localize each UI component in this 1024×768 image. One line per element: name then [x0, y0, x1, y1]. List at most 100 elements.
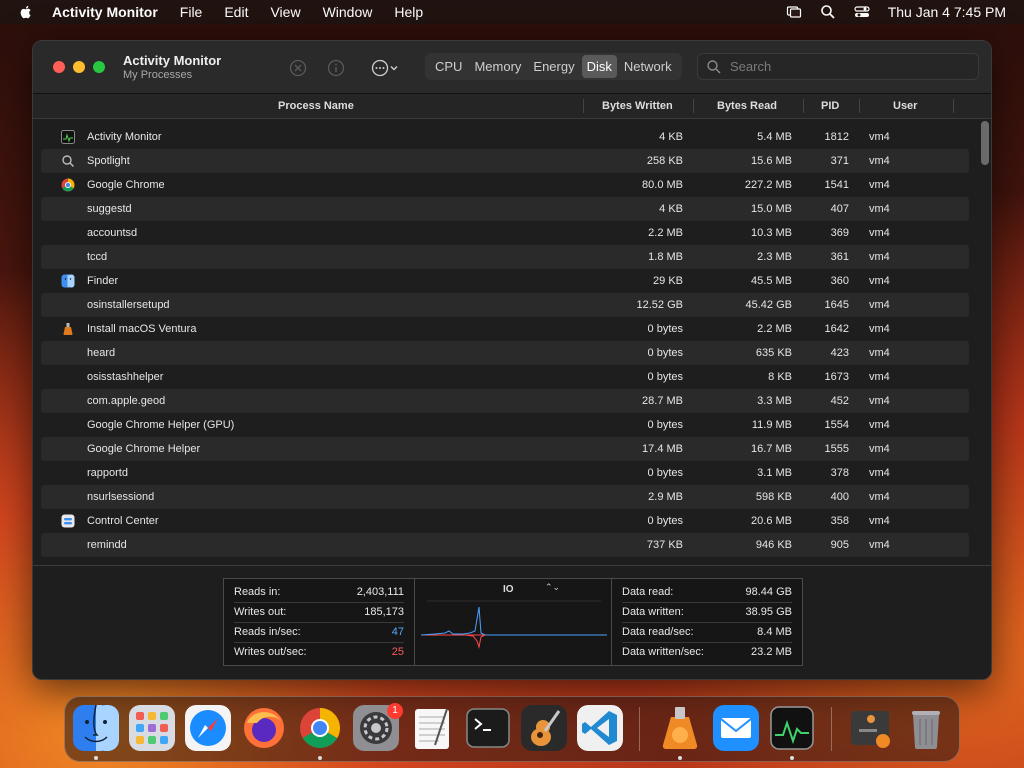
bytes-read: 15.0 MB [751, 203, 792, 215]
garageband-dock-icon[interactable] [521, 705, 567, 751]
column-process-name[interactable]: Process Name [278, 100, 354, 112]
table-row[interactable]: Control Center 0 bytes 20.6 MB 358 vm4 [41, 509, 969, 533]
textedit-dock-icon[interactable] [409, 705, 455, 751]
column-user[interactable]: User [893, 100, 917, 112]
table-row[interactable]: osisstashhelper 0 bytes 8 KB 1673 vm4 [41, 365, 969, 389]
firefox-dock-icon[interactable] [241, 705, 287, 751]
tab-disk[interactable]: Disk [581, 55, 617, 78]
menu-help[interactable]: Help [394, 4, 423, 20]
tab-memory[interactable]: Memory [469, 55, 526, 78]
table-row[interactable]: Finder 29 KB 45.5 MB 360 vm4 [41, 269, 969, 293]
io-graph[interactable]: IO ⌃⌄ [414, 578, 612, 666]
table-row[interactable]: rapportd 0 bytes 3.1 MB 378 vm4 [41, 461, 969, 485]
process-name: com.apple.geod [87, 395, 166, 407]
stat-label: Data read/sec: [622, 626, 694, 638]
finder-icon [61, 274, 75, 288]
activity-monitor-dock-icon[interactable] [769, 705, 815, 751]
pid: 423 [830, 347, 849, 359]
menu-file[interactable]: File [180, 4, 203, 20]
menu-datetime[interactable]: Thu Jan 4 7:45 PM [888, 4, 1006, 20]
safari-dock-icon[interactable] [185, 705, 231, 751]
control-center-icon[interactable] [854, 4, 870, 20]
launchpad-dock-icon[interactable] [129, 705, 175, 751]
install-macos-dock-icon[interactable] [657, 705, 703, 751]
table-scrollbar[interactable] [981, 121, 989, 165]
spotlight-search-icon[interactable] [820, 4, 836, 20]
inspect-process-button[interactable] [325, 57, 347, 79]
menu-window[interactable]: Window [323, 4, 373, 20]
column-pid[interactable]: PID [821, 100, 839, 112]
table-row[interactable]: Google Chrome 80.0 MB 227.2 MB 1541 vm4 [41, 173, 969, 197]
screen-mirroring-icon[interactable] [786, 4, 802, 20]
column-bytes-read[interactable]: Bytes Read [717, 100, 777, 112]
process-name: Google Chrome Helper (GPU) [87, 419, 235, 431]
bytes-written: 0 bytes [647, 323, 683, 335]
tab-cpu[interactable]: CPU [430, 55, 467, 78]
more-actions-button[interactable] [365, 57, 405, 79]
stat-label: Data written: [622, 606, 684, 618]
column-separator[interactable] [859, 99, 860, 113]
downloads-stack-dock-icon[interactable] [847, 705, 893, 751]
apple-menu-icon[interactable] [18, 4, 34, 20]
stat-label: Reads in/sec: [234, 626, 301, 638]
table-row[interactable]: suggestd 4 KB 15.0 MB 407 vm4 [41, 197, 969, 221]
search-input[interactable] [728, 58, 972, 75]
column-separator[interactable] [693, 99, 694, 113]
trash-dock-icon[interactable] [903, 705, 949, 751]
mail-dock-icon[interactable] [713, 705, 759, 751]
column-separator[interactable] [953, 99, 954, 113]
finder-dock-icon[interactable] [73, 705, 119, 751]
table-row[interactable]: Install macOS Ventura 0 bytes 2.2 MB 164… [41, 317, 969, 341]
user: vm4 [869, 275, 890, 287]
table-row[interactable]: Google Chrome Helper (GPU) 0 bytes 11.9 … [41, 413, 969, 437]
io-graph-svg [420, 600, 607, 649]
menu-view[interactable]: View [270, 4, 300, 20]
window-subtitle[interactable]: My Processes [123, 69, 192, 81]
terminal-dock-icon[interactable] [465, 705, 511, 751]
table-row[interactable]: Spotlight 258 KB 15.6 MB 371 vm4 [41, 149, 969, 173]
tab-network[interactable]: Network [619, 55, 677, 78]
close-window-button[interactable] [53, 61, 65, 73]
stat-reads-in: Reads in: 2,403,111 [234, 582, 404, 603]
menu-edit[interactable]: Edit [224, 4, 248, 20]
table-row[interactable]: com.apple.geod 28.7 MB 3.3 MB 452 vm4 [41, 389, 969, 413]
search-field[interactable] [697, 53, 979, 80]
disk-stats-panel: Reads in: 2,403,111 Writes out: 185,173 … [33, 565, 991, 679]
table-row[interactable]: osinstallersetupd 12.52 GB 45.42 GB 1645… [41, 293, 969, 317]
tab-energy[interactable]: Energy [528, 55, 579, 78]
table-row[interactable]: Activity Monitor 4 KB 5.4 MB 1812 vm4 [41, 125, 969, 149]
bytes-read: 598 KB [755, 491, 792, 503]
minimize-window-button[interactable] [73, 61, 85, 73]
user: vm4 [869, 539, 890, 551]
pid: 361 [830, 251, 849, 263]
bytes-written: 737 KB [646, 539, 683, 551]
table-row[interactable]: tccd 1.8 MB 2.3 MB 361 vm4 [41, 245, 969, 269]
vscode-dock-icon[interactable] [577, 705, 623, 751]
window-toolbar: Activity Monitor My Processes CPU Memory… [33, 41, 991, 94]
table-row[interactable]: Google Chrome Helper 17.4 MB 16.7 MB 155… [41, 437, 969, 461]
installer-icon [63, 323, 73, 335]
pid: 371 [830, 155, 849, 167]
table-row[interactable]: nsurlsessiond 2.9 MB 598 KB 400 vm4 [41, 485, 969, 509]
bytes-written: 0 bytes [647, 419, 683, 431]
bytes-read: 16.7 MB [751, 443, 792, 455]
bytes-read: 3.1 MB [757, 467, 792, 479]
column-separator[interactable] [583, 99, 584, 113]
table-row[interactable]: heard 0 bytes 635 KB 423 vm4 [41, 341, 969, 365]
stat-label: Data written/sec: [622, 646, 704, 658]
table-row[interactable]: accountsd 2.2 MB 10.3 MB 369 vm4 [41, 221, 969, 245]
stat-value: 47 [391, 626, 404, 638]
column-separator[interactable] [803, 99, 804, 113]
table-row[interactable]: remindd 737 KB 946 KB 905 vm4 [41, 533, 969, 557]
menu-app-name[interactable]: Activity Monitor [52, 4, 158, 20]
process-name: Activity Monitor [87, 131, 162, 143]
column-bytes-written[interactable]: Bytes Written [602, 100, 673, 112]
pid: 1645 [824, 299, 849, 311]
stat-writes-out: Writes out: 185,173 [234, 602, 404, 623]
stop-process-button[interactable] [287, 57, 309, 79]
pid: 400 [830, 491, 849, 503]
stat-value: 185,173 [364, 606, 404, 618]
chrome-dock-icon[interactable] [297, 705, 343, 751]
process-name: tccd [87, 251, 108, 263]
zoom-window-button[interactable] [93, 61, 105, 73]
